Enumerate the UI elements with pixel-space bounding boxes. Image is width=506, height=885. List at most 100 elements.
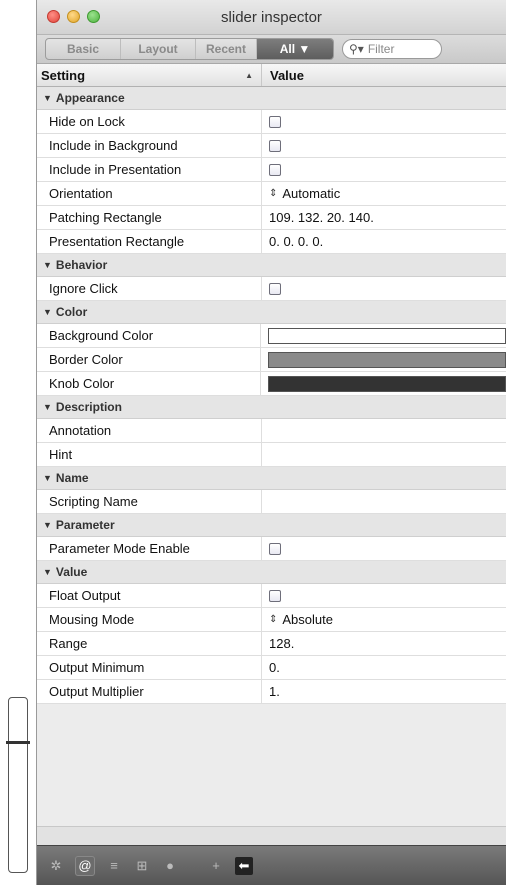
disclosure-triangle-icon[interactable]: ▼: [43, 402, 52, 412]
setting-name: Border Color: [37, 348, 261, 371]
setting-row-output-minimum[interactable]: Output Minimum 0.: [37, 656, 506, 680]
setting-value[interactable]: [262, 537, 506, 560]
color-swatch[interactable]: [268, 351, 506, 368]
disclosure-triangle-icon[interactable]: ▼: [43, 520, 52, 530]
section-title: Parameter: [55, 518, 115, 532]
setting-value[interactable]: [262, 277, 506, 300]
circle-icon[interactable]: ●: [161, 857, 179, 875]
checkbox[interactable]: [269, 115, 281, 128]
setting-value[interactable]: [262, 443, 506, 466]
value-text[interactable]: 128.: [269, 636, 294, 651]
disclosure-triangle-icon[interactable]: ▼: [43, 260, 52, 270]
setting-value[interactable]: ⇕ Absolute: [262, 608, 506, 631]
section-title: Color: [55, 305, 88, 319]
setting-value[interactable]: 1.: [262, 680, 506, 703]
tab-all[interactable]: All ▼: [257, 39, 333, 59]
slider-object[interactable]: [6, 697, 30, 873]
checkbox[interactable]: [269, 139, 281, 152]
setting-row-orientation[interactable]: Orientation ⇕ Automatic: [37, 182, 506, 206]
filter-placeholder: Filter: [367, 42, 395, 56]
checkbox[interactable]: [269, 163, 281, 176]
value-text[interactable]: 0. 0. 0. 0.: [269, 234, 323, 249]
setting-row-background-color[interactable]: Background Color: [37, 324, 506, 348]
checkbox[interactable]: [269, 589, 281, 602]
settings-table: ▼ Appearance Hide on Lock Include in Backgr…: [37, 87, 506, 704]
grid-icon[interactable]: ⊞: [133, 857, 151, 875]
list-icon[interactable]: ≡: [105, 857, 123, 875]
value-column-header[interactable]: Value: [262, 64, 304, 86]
setting-row-scripting-name[interactable]: Scripting Name: [37, 490, 506, 514]
setting-value[interactable]: ⇕ Automatic: [262, 182, 506, 205]
setting-row-patching-rectangle[interactable]: Patching Rectangle 109. 132. 20. 140.: [37, 206, 506, 230]
setting-row-border-color[interactable]: Border Color: [37, 348, 506, 372]
disclosure-triangle-icon[interactable]: ▼: [43, 307, 52, 317]
disclosure-triangle-icon[interactable]: ▼: [43, 93, 52, 103]
at-icon[interactable]: @: [75, 855, 95, 876]
setting-value[interactable]: [262, 419, 506, 442]
setting-value[interactable]: [261, 348, 506, 371]
setting-name: Output Minimum: [37, 656, 262, 679]
tab-recent[interactable]: Recent: [196, 39, 257, 59]
setting-value[interactable]: [262, 110, 506, 133]
setting-value[interactable]: [261, 324, 506, 347]
section-value[interactable]: ▼ Value: [37, 561, 506, 584]
setting-value[interactable]: 0. 0. 0. 0.: [262, 230, 506, 253]
checkbox[interactable]: [269, 542, 281, 555]
color-swatch[interactable]: [268, 327, 506, 344]
arrow-left-icon[interactable]: ⬅: [235, 856, 253, 875]
setting-value[interactable]: [262, 584, 506, 607]
title-bar[interactable]: slider inspector: [37, 0, 506, 35]
tab-basic[interactable]: Basic: [46, 39, 121, 59]
tab-layout[interactable]: Layout: [121, 39, 196, 59]
menu-value[interactable]: Absolute: [282, 612, 333, 627]
setting-row-presentation-rectangle[interactable]: Presentation Rectangle 0. 0. 0. 0.: [37, 230, 506, 254]
checkbox[interactable]: [269, 282, 281, 295]
gear-icon[interactable]: ✲: [47, 857, 65, 875]
section-parameter[interactable]: ▼ Parameter: [37, 514, 506, 537]
setting-name: Knob Color: [37, 372, 261, 395]
setting-row-float-output[interactable]: Float Output: [37, 584, 506, 608]
value-text[interactable]: 1.: [269, 684, 280, 699]
setting-row-mousing-mode[interactable]: Mousing Mode ⇕ Absolute: [37, 608, 506, 632]
value-text[interactable]: 0.: [269, 660, 280, 675]
setting-row-include-in-presentation[interactable]: Include in Presentation: [37, 158, 506, 182]
section-title: Appearance: [55, 91, 125, 105]
category-tabs: Basic Layout Recent All ▼: [45, 38, 334, 60]
popup-menu-icon[interactable]: ⇕: [269, 614, 277, 625]
setting-row-knob-color[interactable]: Knob Color: [37, 372, 506, 396]
setting-value[interactable]: [262, 490, 506, 513]
setting-row-range[interactable]: Range 128.: [37, 632, 506, 656]
filter-field[interactable]: ⚲▾ Filter: [342, 39, 442, 59]
setting-row-hide-on-lock[interactable]: Hide on Lock: [37, 110, 506, 134]
setting-column-header[interactable]: Setting ▲: [37, 64, 262, 86]
slider-knob[interactable]: [6, 740, 30, 744]
popup-menu-icon[interactable]: ⇕: [269, 188, 277, 199]
setting-row-annotation[interactable]: Annotation: [37, 419, 506, 443]
setting-name: Presentation Rectangle: [37, 230, 262, 253]
search-icon[interactable]: ⚲▾: [349, 42, 364, 56]
setting-row-output-multiplier[interactable]: Output Multiplier 1.: [37, 680, 506, 704]
section-description[interactable]: ▼ Description: [37, 396, 506, 419]
setting-row-parameter-mode-enable[interactable]: Parameter Mode Enable: [37, 537, 506, 561]
disclosure-triangle-icon[interactable]: ▼: [43, 567, 52, 577]
setting-value[interactable]: [262, 134, 506, 157]
color-swatch[interactable]: [268, 375, 506, 392]
value-text[interactable]: 109. 132. 20. 140.: [269, 210, 374, 225]
setting-row-ignore-click[interactable]: Ignore Click: [37, 277, 506, 301]
setting-value[interactable]: [262, 158, 506, 181]
section-color[interactable]: ▼ Color: [37, 301, 506, 324]
section-behavior[interactable]: ▼ Behavior: [37, 254, 506, 277]
disclosure-triangle-icon[interactable]: ▼: [43, 473, 52, 483]
setting-value[interactable]: [261, 372, 506, 395]
setting-value[interactable]: 0.: [262, 656, 506, 679]
setting-value[interactable]: 128.: [262, 632, 506, 655]
sort-arrow-icon: ▲: [245, 70, 253, 80]
setting-row-include-in-background[interactable]: Include in Background: [37, 134, 506, 158]
setting-row-hint[interactable]: Hint: [37, 443, 506, 467]
section-appearance[interactable]: ▼ Appearance: [37, 87, 506, 110]
menu-value[interactable]: Automatic: [282, 186, 340, 201]
plus-icon[interactable]: +: [207, 857, 225, 875]
setting-value[interactable]: 109. 132. 20. 140.: [262, 206, 506, 229]
setting-name: Patching Rectangle: [37, 206, 262, 229]
section-name[interactable]: ▼ Name: [37, 467, 506, 490]
